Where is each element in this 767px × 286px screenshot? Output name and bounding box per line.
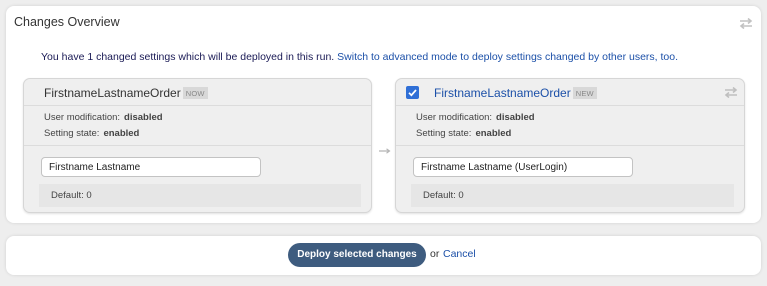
setting-state-row: Setting state: enabled bbox=[416, 128, 511, 139]
setting-state-value: enabled bbox=[475, 128, 512, 139]
new-badge: NEW bbox=[572, 87, 597, 99]
deploy-info-message: You have 1 changed settings which will b… bbox=[41, 51, 335, 63]
user-modification-value: disabled bbox=[496, 112, 535, 123]
current-value-field: Firstname Lastname bbox=[41, 157, 261, 177]
cancel-link[interactable]: Cancel bbox=[443, 248, 476, 260]
select-change-checkbox[interactable] bbox=[406, 86, 419, 99]
card-body: Firstname Lastname Default: 0 bbox=[24, 145, 371, 212]
card-header: FirstnameLastnameOrder NOW bbox=[24, 79, 371, 106]
default-value: Default: 0 bbox=[39, 184, 361, 207]
setting-state-label: Setting state: bbox=[416, 128, 472, 139]
setting-name-label: FirstnameLastnameOrder bbox=[434, 86, 571, 100]
changes-overview-panel: Changes Overview You have 1 changed sett… bbox=[6, 6, 761, 223]
deploy-selected-changes-button[interactable]: Deploy selected changes bbox=[288, 243, 426, 267]
or-text: or bbox=[430, 248, 440, 260]
advanced-mode-link[interactable]: Switch to advanced mode to deploy settin… bbox=[337, 51, 678, 63]
deploy-footer: Deploy selected changes or Cancel bbox=[6, 236, 761, 275]
card-header: FirstnameLastnameOrder NEW bbox=[396, 79, 744, 106]
panel-title: Changes Overview bbox=[14, 15, 120, 29]
swap-arrows-icon[interactable] bbox=[739, 18, 753, 29]
setting-state-row: Setting state: enabled bbox=[44, 128, 139, 139]
setting-state-label: Setting state: bbox=[44, 128, 100, 139]
user-modification-value: disabled bbox=[124, 112, 163, 123]
now-badge: NOW bbox=[182, 87, 208, 99]
user-modification-label: User modification: bbox=[44, 112, 121, 123]
setting-name: FirstnameLastnameOrder NEW bbox=[434, 86, 597, 100]
new-setting-card: FirstnameLastnameOrder NEW User modificat… bbox=[395, 78, 745, 213]
setting-name-label: FirstnameLastnameOrder bbox=[44, 86, 181, 100]
setting-state-value: enabled bbox=[103, 128, 140, 139]
swap-arrows-icon[interactable] bbox=[724, 87, 738, 98]
checkmark-icon bbox=[408, 89, 417, 97]
arrow-right-icon bbox=[379, 148, 391, 154]
card-body: Firstname Lastname (UserLogin) Default: … bbox=[396, 145, 744, 212]
user-modification-row: User modification: disabled bbox=[416, 112, 535, 123]
setting-name: FirstnameLastnameOrder NOW bbox=[44, 86, 208, 100]
user-modification-label: User modification: bbox=[416, 112, 493, 123]
default-value: Default: 0 bbox=[411, 184, 734, 207]
user-modification-row: User modification: disabled bbox=[44, 112, 163, 123]
new-value-field: Firstname Lastname (UserLogin) bbox=[413, 157, 633, 177]
current-setting-card: FirstnameLastnameOrder NOW User modificat… bbox=[23, 78, 372, 213]
deploy-info-text: You have 1 changed settings which will b… bbox=[41, 51, 678, 63]
